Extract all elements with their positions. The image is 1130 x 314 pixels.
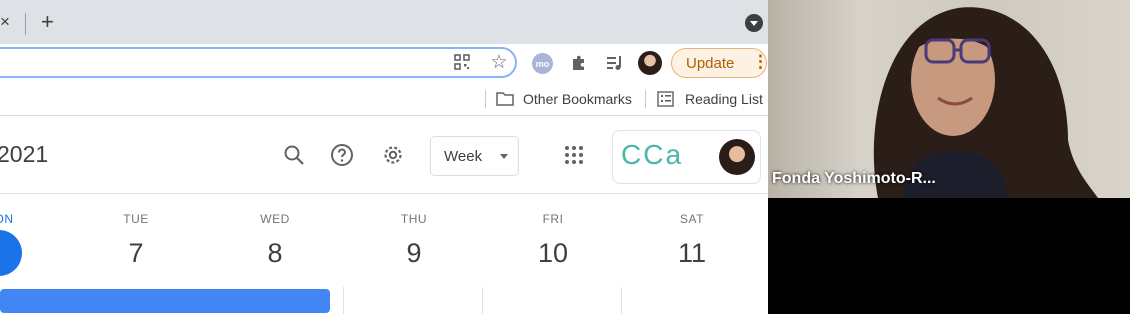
view-select[interactable]: Week xyxy=(430,136,519,176)
bookmark-separator xyxy=(485,90,486,108)
today-date-button[interactable]: 6 xyxy=(0,230,22,276)
day-name-tue: TUE xyxy=(123,212,149,226)
empty-video-area xyxy=(786,198,1130,314)
organization-brand[interactable]: CCa xyxy=(612,130,761,184)
day-number-thu[interactable]: 9 xyxy=(384,238,444,269)
tab-search-icon[interactable] xyxy=(745,14,763,32)
tab-close-button[interactable]: × xyxy=(0,12,10,32)
all-day-event[interactable] xyxy=(0,289,330,313)
column-divider xyxy=(343,287,344,314)
settings-gear-icon[interactable] xyxy=(380,142,406,168)
calendar-date-range: 2021 xyxy=(0,141,49,167)
video-tile: Fonda Yoshimoto-R... xyxy=(768,0,1130,198)
day-name-mon: ON xyxy=(0,212,14,226)
profile-avatar[interactable] xyxy=(638,51,662,75)
other-bookmarks-link[interactable]: Other Bookmarks xyxy=(523,91,632,107)
more-menu-icon[interactable]: ⋮ xyxy=(752,52,768,72)
bookmark-star-icon[interactable]: ☆ xyxy=(488,51,510,73)
day-number-wed[interactable]: 8 xyxy=(245,238,305,269)
day-name-thu: THU xyxy=(400,212,428,226)
participant-name: Fonda Yoshimoto-R... xyxy=(772,170,936,187)
browser-window: × + ☆ mo Update ⋮ Other Bookmarks Readin… xyxy=(0,0,768,314)
search-icon[interactable] xyxy=(281,142,307,168)
address-bar[interactable] xyxy=(0,47,517,78)
day-number-sat[interactable]: 11 xyxy=(662,238,722,269)
day-name-sat: SAT xyxy=(680,212,704,226)
update-label: Update xyxy=(686,55,735,72)
day-number-fri[interactable]: 10 xyxy=(523,238,583,269)
new-tab-button[interactable]: + xyxy=(41,9,54,35)
reading-list-icon xyxy=(657,91,674,107)
bookmarks-bar: Other Bookmarks Reading List xyxy=(0,84,768,116)
extensions-puzzle-icon[interactable] xyxy=(568,52,590,74)
tab-strip: × + xyxy=(0,0,768,44)
update-button[interactable]: Update ⋮ xyxy=(671,48,768,78)
folder-icon xyxy=(496,92,514,106)
apps-grid-icon[interactable] xyxy=(561,142,587,168)
column-divider xyxy=(482,287,483,314)
qr-code-icon[interactable] xyxy=(453,53,471,71)
view-select-value: Week xyxy=(444,148,483,165)
media-playlist-icon[interactable] xyxy=(604,52,626,74)
bookmark-separator xyxy=(645,90,646,108)
day-number-tue[interactable]: 7 xyxy=(106,238,166,269)
chevron-down-icon xyxy=(500,154,508,159)
calendar-header: 2021 Week CCa xyxy=(0,116,768,194)
column-divider xyxy=(621,287,622,314)
account-avatar[interactable] xyxy=(719,139,755,175)
extension-icon[interactable]: mo xyxy=(532,53,553,74)
day-name-wed: WED xyxy=(260,212,290,226)
help-icon[interactable] xyxy=(329,142,355,168)
week-day-headers: ON 6 TUE 7 WED 8 THU 9 FRI 10 SAT 11 xyxy=(0,194,768,314)
reading-list-link[interactable]: Reading List xyxy=(685,91,763,107)
brand-logo: CCa xyxy=(621,139,684,170)
day-name-fri: FRI xyxy=(542,212,564,226)
tab-separator xyxy=(25,13,26,35)
participant-video-image xyxy=(873,7,1098,198)
